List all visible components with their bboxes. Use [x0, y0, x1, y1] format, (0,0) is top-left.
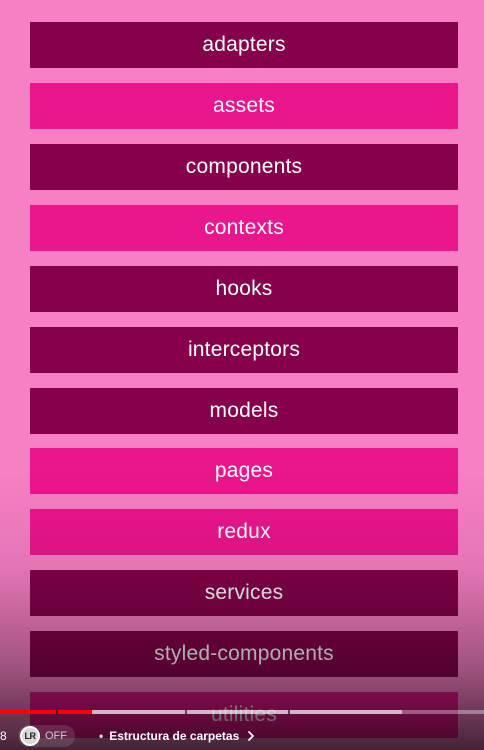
progress-bar[interactable]	[0, 710, 484, 714]
folder-item-adapters: adapters	[30, 22, 458, 68]
folder-item-models: models	[30, 388, 458, 434]
progress-played	[0, 710, 92, 714]
folder-item-services: services	[30, 570, 458, 616]
folder-item-hooks: hooks	[30, 266, 458, 312]
chapter-button[interactable]: • Estructura de carpetas	[99, 729, 257, 743]
chapter-bullet: •	[99, 729, 104, 743]
extension-toggle[interactable]: LR OFF	[18, 725, 75, 747]
extension-logo-icon: LR	[20, 726, 40, 746]
time-display: 8	[0, 729, 7, 743]
folder-item-contexts: contexts	[30, 205, 458, 251]
folder-item-styled-components: styled-components	[30, 631, 458, 677]
chapter-marker	[185, 710, 187, 714]
folder-item-pages: pages	[30, 448, 458, 494]
chapter-marker	[56, 710, 58, 714]
folder-item-interceptors: interceptors	[30, 327, 458, 373]
chapter-marker	[288, 710, 290, 714]
chapter-title: Estructura de carpetas	[109, 729, 240, 743]
folder-item-assets: assets	[30, 83, 458, 129]
folder-item-redux: redux	[30, 509, 458, 555]
folder-item-components: components	[30, 144, 458, 190]
player-controls: 8 LR OFF • Estructura de carpetas	[0, 722, 484, 750]
chevron-right-icon	[248, 731, 255, 741]
video-frame[interactable]: adapters assets components contexts hooks int…	[0, 0, 484, 750]
extension-state: OFF	[45, 730, 67, 742]
